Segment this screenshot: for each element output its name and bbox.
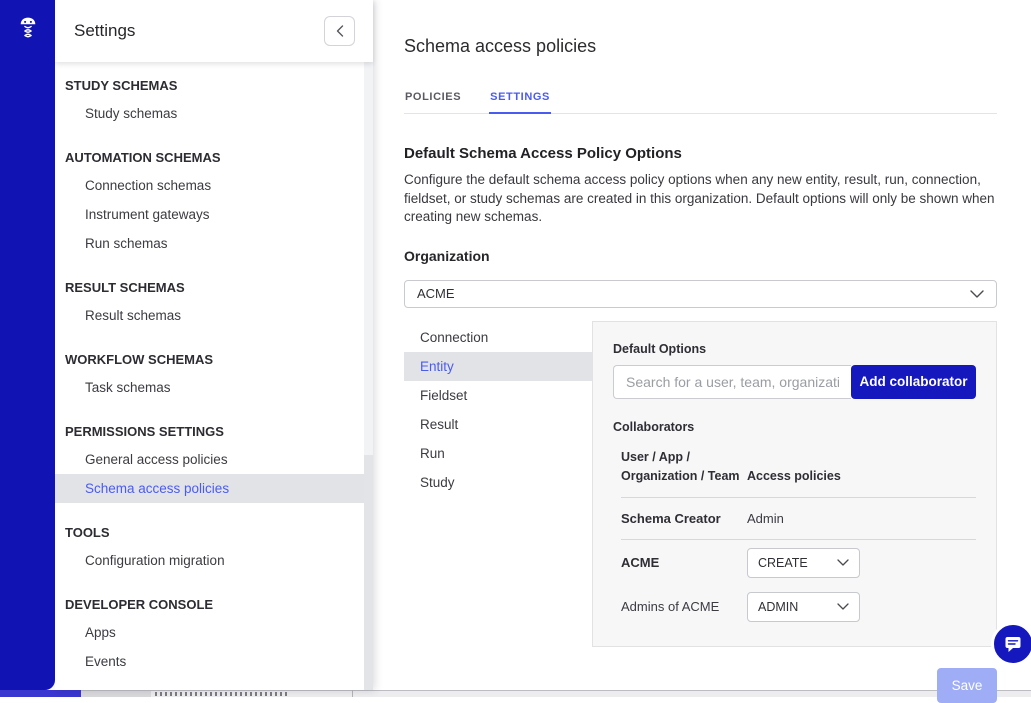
sidebar-item-task-schemas[interactable]: Task schemas	[55, 373, 364, 402]
sidebar-item-general-access-policies[interactable]: General access policies	[55, 445, 364, 474]
tab-policies[interactable]: POLICIES	[404, 91, 462, 114]
nav-section-automation-schemas: AUTOMATION SCHEMAS Connection schemas In…	[55, 150, 364, 258]
nav-section-tools: TOOLS Configuration migration	[55, 525, 364, 575]
brand-rail	[0, 0, 55, 690]
sidebar-item-configuration-migration[interactable]: Configuration migration	[55, 546, 364, 575]
chat-bubble-icon	[1003, 635, 1023, 654]
benchling-logo-icon[interactable]	[19, 16, 36, 45]
schema-tab-fieldset[interactable]: Fieldset	[404, 381, 592, 410]
collapse-sidebar-button[interactable]	[324, 16, 355, 46]
organization-select[interactable]: ACME	[404, 280, 997, 308]
nav-section-title: RESULT SCHEMAS	[55, 280, 364, 301]
section-description: Configure the default schema access poli…	[404, 171, 997, 227]
column-header-user-line2: Organization / Team	[621, 467, 747, 486]
access-policy-select-value: CREATE	[758, 556, 808, 570]
sidebar-header: Settings	[55, 0, 373, 62]
access-policy-select-value: ADMIN	[758, 600, 798, 614]
sidebar-item-schema-access-policies[interactable]: Schema access policies	[55, 474, 364, 503]
sidebar-item-run-schemas[interactable]: Run schemas	[55, 229, 364, 258]
table-row-schema-creator: Schema Creator Admin	[621, 498, 976, 540]
default-options-label: Default Options	[613, 342, 976, 356]
access-policy-select-admins[interactable]: ADMIN	[747, 592, 860, 622]
table-row-acme: ACME CREATE	[621, 548, 976, 578]
organization-select-value: ACME	[417, 286, 455, 301]
nav-section-title: TOOLS	[55, 525, 364, 546]
main-content: Schema access policies POLICIES SETTINGS…	[373, 0, 1031, 690]
section-heading: Default Schema Access Policy Options	[404, 145, 997, 162]
nav-section-workflow-schemas: WORKFLOW SCHEMAS Task schemas	[55, 352, 364, 402]
row-name: Schema Creator	[621, 511, 747, 526]
schema-tab-study[interactable]: Study	[404, 468, 592, 497]
page-title: Schema access policies	[404, 36, 997, 57]
chevron-left-icon	[336, 25, 344, 37]
collaborators-label: Collaborators	[613, 420, 976, 434]
collaborator-search-input[interactable]	[613, 365, 851, 399]
tab-bar: POLICIES SETTINGS	[404, 91, 997, 114]
nav-section-title: STUDY SCHEMAS	[55, 78, 364, 99]
schema-tab-result[interactable]: Result	[404, 410, 592, 439]
nav-section-permissions-settings: PERMISSIONS SETTINGS General access poli…	[55, 424, 364, 503]
collaborator-search-row: Add collaborator	[613, 365, 976, 399]
schema-tab-entity[interactable]: Entity	[404, 352, 592, 381]
nav-section-developer-console: DEVELOPER CONSOLE Apps Events	[55, 597, 364, 676]
chat-fab-button[interactable]	[991, 622, 1031, 666]
strip-column-divider	[352, 690, 353, 697]
save-button[interactable]: Save	[937, 668, 997, 703]
row-name: ACME	[621, 555, 747, 570]
schema-tab-run[interactable]: Run	[404, 439, 592, 468]
schema-type-tabs: Connection Entity Fieldset Result Run St…	[404, 321, 592, 647]
sidebar-item-events[interactable]: Events	[55, 647, 364, 676]
add-collaborator-button[interactable]: Add collaborator	[851, 365, 976, 399]
chevron-down-icon	[837, 603, 849, 610]
sidebar-scrollbar-thumb[interactable]	[364, 62, 373, 455]
nav-section-title: PERMISSIONS SETTINGS	[55, 424, 364, 445]
strip-clipped-text	[155, 692, 287, 696]
nav-section-study-schemas: STUDY SCHEMAS Study schemas	[55, 78, 364, 128]
nav-section-title: AUTOMATION SCHEMAS	[55, 150, 364, 171]
row-name: Admins of ACME	[621, 599, 747, 614]
nav-section-title: WORKFLOW SCHEMAS	[55, 352, 364, 373]
sidebar-item-result-schemas[interactable]: Result schemas	[55, 301, 364, 330]
organization-label: Organization	[404, 248, 997, 264]
row-access-policy: Admin	[747, 511, 976, 526]
schema-settings-row: Connection Entity Fieldset Result Run St…	[404, 321, 997, 647]
sidebar-item-instrument-gateways[interactable]: Instrument gateways	[55, 200, 364, 229]
collaborators-table-header: User / App / Organization / Team Access …	[621, 448, 976, 498]
save-row: Save	[404, 668, 997, 703]
sidebar-nav: STUDY SCHEMAS Study schemas AUTOMATION S…	[55, 62, 364, 676]
strip-panel-edge	[81, 691, 151, 697]
tab-settings[interactable]: SETTINGS	[489, 91, 551, 114]
settings-sidebar: Settings STUDY SCHEMAS Study schemas AUT…	[55, 0, 373, 690]
strip-rail-continuation	[0, 690, 81, 697]
nav-section-title: DEVELOPER CONSOLE	[55, 597, 364, 618]
column-header-access-policies: Access policies	[747, 448, 976, 486]
access-policy-select-acme[interactable]: CREATE	[747, 548, 860, 578]
nav-section-result-schemas: RESULT SCHEMAS Result schemas	[55, 280, 364, 330]
sidebar-title: Settings	[74, 21, 135, 41]
sidebar-item-study-schemas[interactable]: Study schemas	[55, 99, 364, 128]
chevron-down-icon	[970, 290, 984, 298]
sidebar-scrollbar[interactable]	[364, 62, 373, 690]
column-header-user-line1: User / App /	[621, 448, 747, 467]
schema-tab-connection[interactable]: Connection	[404, 323, 592, 352]
column-header-user: User / App / Organization / Team	[621, 448, 747, 486]
chevron-down-icon	[837, 559, 849, 566]
sidebar-item-connection-schemas[interactable]: Connection schemas	[55, 171, 364, 200]
collaborators-table: User / App / Organization / Team Access …	[613, 448, 976, 622]
sidebar-item-apps[interactable]: Apps	[55, 618, 364, 647]
table-row-admins-of-acme: Admins of ACME ADMIN	[621, 592, 976, 622]
default-options-panel: Default Options Add collaborator Collabo…	[592, 321, 997, 647]
